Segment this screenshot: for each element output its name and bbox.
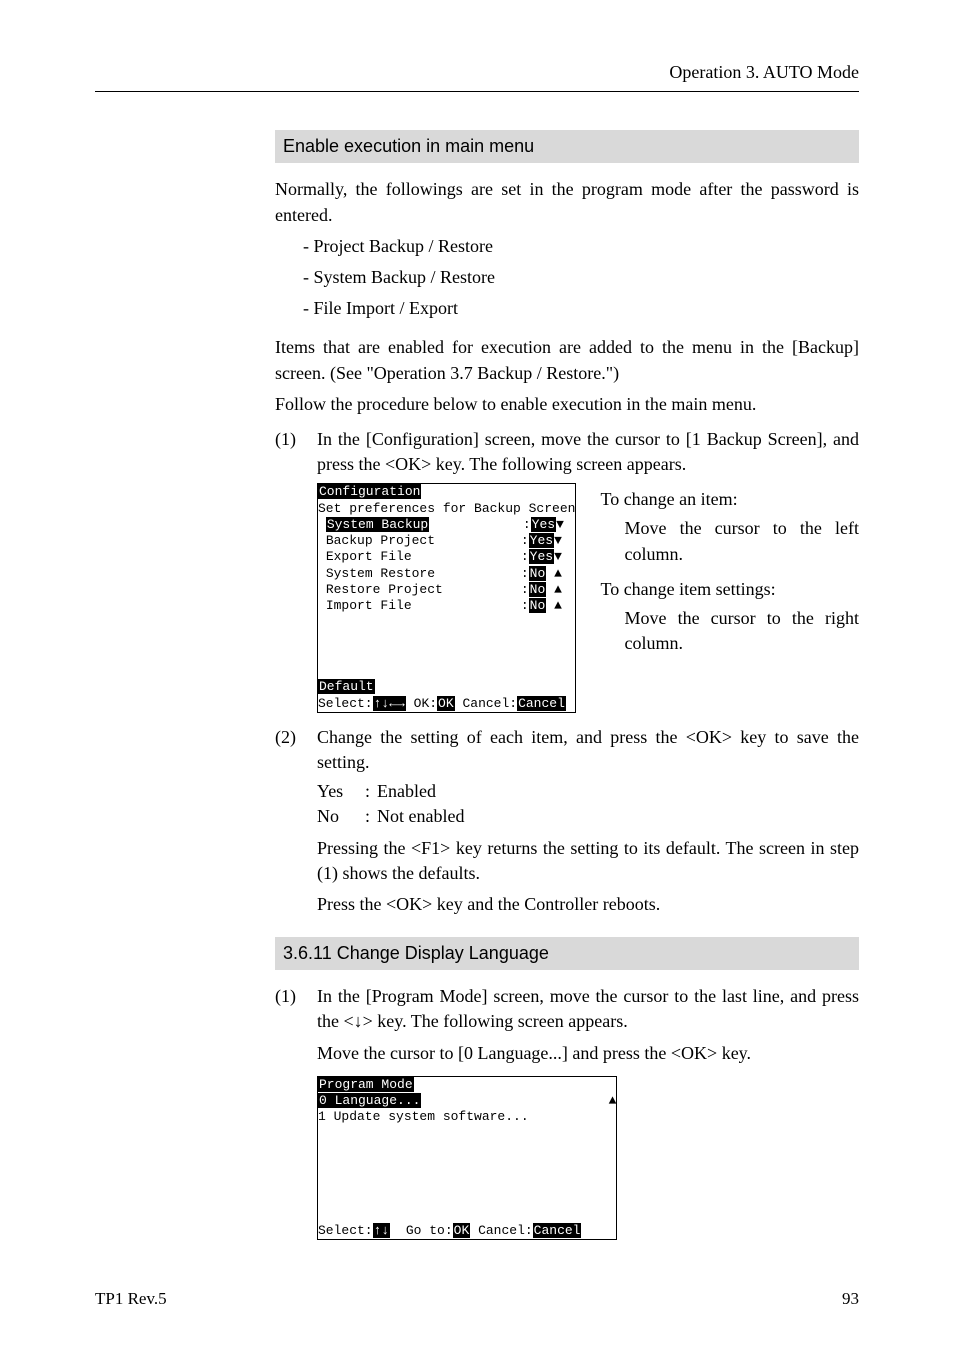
screen1-row4-val[interactable]: No: [529, 582, 547, 597]
footer-cancel-label: Cancel:: [462, 696, 517, 711]
arrow-up-icon: ▲: [609, 1093, 617, 1108]
bullet-file-import: - File Import / Export: [303, 296, 859, 321]
sec2-step-1: (1) In the [Program Mode] screen, move t…: [275, 984, 859, 1072]
screen1-row0-val[interactable]: Yes: [531, 517, 556, 532]
step-1: (1) In the [Configuration] screen, move …: [275, 427, 859, 477]
screen1-wrap: Configuration Set preferences for Backup…: [317, 483, 859, 713]
table-row: No : Not enabled: [317, 804, 859, 829]
sec2-step1-p2: Move the cursor to [0 Language...] and p…: [317, 1041, 859, 1066]
screen1-row3-val[interactable]: No: [529, 566, 547, 581]
note-change-item: To change an item:: [600, 487, 859, 512]
table-row: Yes : Enabled: [317, 779, 859, 804]
yesno-val: Not enabled: [377, 804, 464, 829]
footer-goto-label: Go to:: [406, 1223, 453, 1238]
yesno-colon: :: [365, 804, 377, 829]
screen1-row5-val[interactable]: No: [529, 598, 547, 613]
follow-procedure-paragraph: Follow the procedure below to enable exe…: [275, 392, 859, 417]
footer-select-label: Select:: [318, 1223, 373, 1238]
screen1-row4-label[interactable]: Restore Project: [326, 582, 443, 597]
bullet-system-backup: - System Backup / Restore: [303, 265, 859, 290]
screen1-row3-label[interactable]: System Restore: [326, 566, 435, 581]
note-change-settings: To change item settings:: [600, 577, 859, 602]
arrow-down-icon: ▼: [554, 533, 562, 548]
arrow-up-icon: ▲: [554, 566, 562, 581]
step-2-text: Change the setting of each item, and pre…: [317, 725, 859, 775]
ok-button[interactable]: OK: [437, 696, 455, 711]
screen1-row5-label[interactable]: Import File: [326, 598, 412, 613]
arrow-down-icon: ▼: [556, 517, 564, 532]
yesno-colon: :: [365, 779, 377, 804]
screen2-wrap: Program Mode 0 Language... ▲ 1 Update sy…: [317, 1076, 859, 1241]
step2-f1-paragraph: Pressing the <F1> key returns the settin…: [317, 836, 859, 886]
cancel-button[interactable]: Cancel: [533, 1223, 582, 1238]
intro-paragraph: Normally, the followings are set in the …: [275, 177, 859, 227]
page-footer: TP1 Rev.5 93: [95, 1287, 859, 1311]
yesno-key: No: [317, 804, 365, 829]
arrows-icon: ↑↓: [373, 1223, 391, 1238]
footer-ok-label: OK:: [414, 696, 437, 711]
bullet-project-backup: - Project Backup / Restore: [303, 234, 859, 259]
arrow-down-icon: ▼: [554, 549, 562, 564]
cancel-button[interactable]: Cancel: [517, 696, 566, 711]
footer-select-label: Select:: [318, 696, 373, 711]
footer-left: TP1 Rev.5: [95, 1287, 167, 1311]
yesno-table: Yes : Enabled No : Not enabled: [317, 779, 859, 829]
section-title-enable-exec: Enable execution in main menu: [275, 130, 859, 163]
arrow-up-icon: ▲: [554, 582, 562, 597]
sec2-step1-text: In the [Program Mode] screen, move the c…: [317, 984, 859, 1034]
footer-right: 93: [842, 1287, 859, 1311]
page: Operation 3. AUTO Mode Enable execution …: [0, 0, 954, 1351]
note-change-settings-sub: Move the cursor to the right column.: [624, 606, 859, 656]
side-notes: To change an item: Move the cursor to th…: [600, 483, 859, 660]
screen2-line1[interactable]: 1 Update system software...: [318, 1109, 529, 1124]
arrow-up-icon: ▲: [554, 598, 562, 613]
items-enabled-paragraph: Items that are enabled for execution are…: [275, 335, 859, 385]
arrows-icon: ↑↓←→: [373, 696, 406, 711]
note-change-item-sub: Move the cursor to the left column.: [624, 516, 859, 566]
footer-cancel-label: Cancel:: [478, 1223, 533, 1238]
step-2-number: (2): [275, 725, 303, 775]
content-area: Enable execution in main menu Normally, …: [275, 130, 859, 1240]
screen2-title: Program Mode: [318, 1077, 414, 1092]
page-header: Operation 3. AUTO Mode: [95, 60, 859, 92]
screen1-row0-label[interactable]: System Backup: [326, 517, 429, 532]
yesno-key: Yes: [317, 779, 365, 804]
configuration-screen: Configuration Set preferences for Backup…: [317, 483, 576, 713]
step-1-text: In the [Configuration] screen, move the …: [317, 427, 859, 477]
section-title-change-language: 3.6.11 Change Display Language: [275, 937, 859, 970]
program-mode-screen: Program Mode 0 Language... ▲ 1 Update sy…: [317, 1076, 617, 1241]
yesno-val: Enabled: [377, 779, 436, 804]
screen1-subtitle: Set preferences for Backup Screen: [318, 501, 575, 516]
screen1-row2-label[interactable]: Export File: [326, 549, 412, 564]
step-2: (2) Change the setting of each item, and…: [275, 725, 859, 775]
screen1-row1-label[interactable]: Backup Project: [326, 533, 435, 548]
screen2-line0[interactable]: 0 Language...: [318, 1093, 421, 1108]
default-button[interactable]: Default: [318, 679, 375, 694]
step2-reboot-paragraph: Press the <OK> key and the Controller re…: [317, 892, 859, 917]
ok-button[interactable]: OK: [453, 1223, 471, 1238]
screen1-row2-val[interactable]: Yes: [529, 549, 554, 564]
sec2-step1-number: (1): [275, 984, 303, 1072]
screen1-row1-val[interactable]: Yes: [529, 533, 554, 548]
step-1-number: (1): [275, 427, 303, 477]
header-text: Operation 3. AUTO Mode: [669, 62, 859, 82]
screen1-title: Configuration: [318, 484, 421, 499]
